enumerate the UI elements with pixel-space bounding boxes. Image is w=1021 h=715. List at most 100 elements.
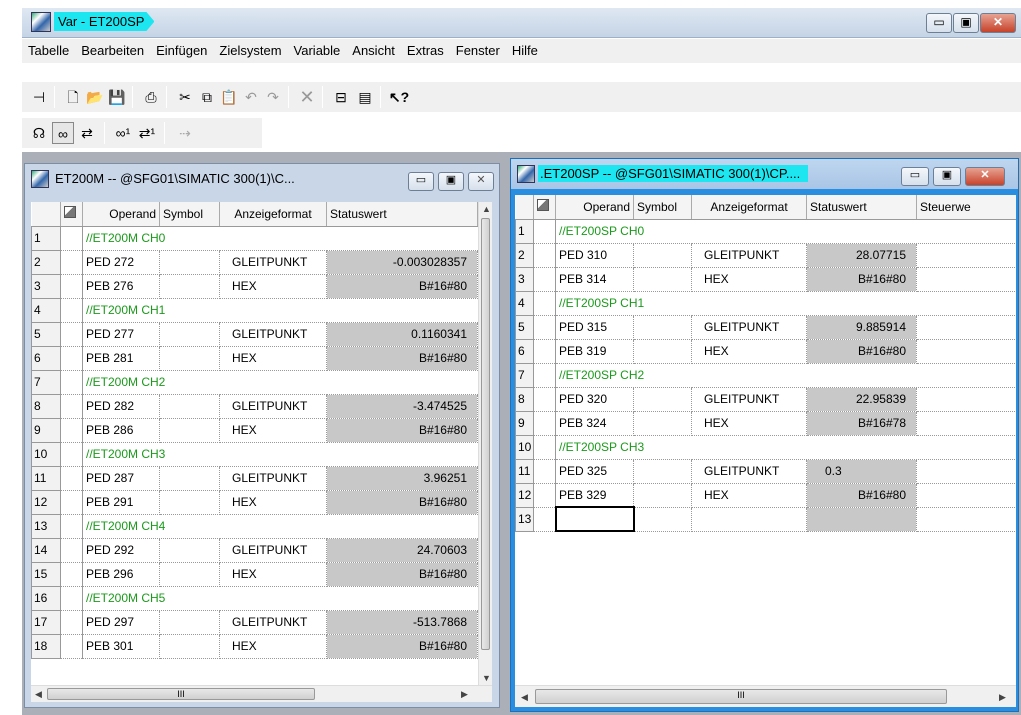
row-selector-cell[interactable] bbox=[60, 250, 83, 275]
delete-icon[interactable]: ✕ bbox=[296, 86, 318, 108]
row-number[interactable]: 10 bbox=[31, 441, 61, 467]
scroll-left-arrow[interactable]: ◀ bbox=[35, 689, 42, 700]
row-number[interactable]: 1 bbox=[515, 218, 534, 244]
row-selector-cell[interactable] bbox=[60, 538, 83, 563]
row-number[interactable]: 8 bbox=[515, 386, 534, 412]
table-row[interactable]: 9 PEB 286 HEX B#16#80 bbox=[31, 417, 478, 443]
monitor-glasses-icon[interactable]: ∞ bbox=[52, 122, 74, 144]
left-vscroll-thumb[interactable] bbox=[481, 218, 490, 650]
new-icon[interactable]: 🗋 bbox=[62, 86, 84, 108]
format-cell[interactable]: GLEITPUNKT bbox=[219, 538, 327, 563]
format-cell[interactable]: GLEITPUNKT bbox=[691, 315, 807, 340]
comment-cell[interactable]: //ET200SP CH2 bbox=[555, 363, 1016, 388]
left-horizontal-scrollbar[interactable]: ◀ III ▶ bbox=[31, 685, 492, 702]
row-selector-cell[interactable] bbox=[533, 243, 556, 268]
row-number[interactable]: 13 bbox=[515, 506, 534, 532]
control-value-cell[interactable] bbox=[916, 243, 1016, 268]
column-header-operand[interactable]: Operand bbox=[82, 202, 160, 227]
operand-cell[interactable]: PEB 291 bbox=[82, 490, 160, 515]
table-row[interactable]: 2 PED 310 GLEITPUNKT 28.07715 bbox=[515, 242, 1016, 268]
close-button[interactable]: ✕ bbox=[980, 13, 1016, 33]
menu-variable[interactable]: Variable bbox=[288, 39, 347, 63]
symbol-cell[interactable] bbox=[633, 243, 692, 268]
control-value-cell[interactable] bbox=[916, 507, 1016, 532]
symbol-cell[interactable] bbox=[159, 562, 220, 587]
symbol-cell[interactable] bbox=[633, 387, 692, 412]
row-selector-cell[interactable] bbox=[60, 586, 83, 611]
row-selector-cell[interactable] bbox=[533, 291, 556, 316]
format-cell[interactable]: HEX bbox=[219, 274, 327, 299]
table-row[interactable]: 8 PED 282 GLEITPUNKT -3.474525 bbox=[31, 393, 478, 419]
row-number[interactable]: 17 bbox=[31, 609, 61, 635]
save-icon[interactable]: 💾 bbox=[106, 86, 128, 108]
row-selector-cell[interactable] bbox=[60, 634, 83, 659]
format-cell[interactable]: GLEITPUNKT bbox=[219, 466, 327, 491]
left-maximize-button[interactable]: ▣ bbox=[438, 172, 464, 191]
operand-cell[interactable]: PEB 324 bbox=[555, 411, 634, 436]
control-value-cell[interactable] bbox=[916, 387, 1016, 412]
operand-cell[interactable]: PED 277 bbox=[82, 322, 160, 347]
pin-icon[interactable]: ⊣ bbox=[28, 86, 50, 108]
menu-zielsystem[interactable]: Zielsystem bbox=[213, 39, 287, 63]
row-selector-cell[interactable] bbox=[60, 322, 83, 347]
row-number[interactable]: 11 bbox=[31, 465, 61, 491]
row-number[interactable]: 4 bbox=[515, 290, 534, 316]
table-row[interactable]: 3 PEB 314 HEX B#16#80 bbox=[515, 266, 1016, 292]
row-number[interactable]: 9 bbox=[515, 410, 534, 436]
row-number[interactable]: 15 bbox=[31, 561, 61, 587]
format-cell[interactable]: GLEITPUNKT bbox=[219, 610, 327, 635]
comment-cell[interactable]: //ET200M CH3 bbox=[82, 442, 478, 467]
format-cell[interactable]: HEX bbox=[219, 634, 327, 659]
table-row[interactable]: 7 //ET200SP CH2 bbox=[515, 362, 1016, 388]
row-selector-cell[interactable] bbox=[60, 418, 83, 443]
format-cell[interactable]: HEX bbox=[219, 418, 327, 443]
symbol-cell[interactable] bbox=[159, 634, 220, 659]
menu-extras[interactable]: Extras bbox=[401, 39, 450, 63]
monitor-icon[interactable]: ☊ bbox=[28, 122, 50, 144]
right-window-icon[interactable] bbox=[517, 165, 535, 183]
row-number[interactable]: 7 bbox=[515, 362, 534, 388]
comment-cell[interactable]: //ET200SP CH3 bbox=[555, 435, 1016, 460]
table-row[interactable]: 15 PEB 296 HEX B#16#80 bbox=[31, 561, 478, 587]
monitor-once-icon[interactable]: ∞¹ bbox=[112, 122, 134, 144]
paste-icon[interactable]: 📋 bbox=[218, 86, 240, 108]
force-icon[interactable]: ⇢ bbox=[174, 122, 196, 144]
symbol-cell[interactable] bbox=[159, 418, 220, 443]
table-row[interactable]: 9 PEB 324 HEX B#16#78 bbox=[515, 410, 1016, 436]
symbol-cell[interactable] bbox=[159, 394, 220, 419]
row-selector-cell[interactable] bbox=[60, 466, 83, 491]
left-vertical-scrollbar[interactable]: ▲ ▼ bbox=[478, 202, 492, 685]
right-maximize-button[interactable]: ▣ bbox=[933, 167, 961, 186]
table-row[interactable]: 12 PEB 329 HEX B#16#80 bbox=[515, 482, 1016, 508]
row-selector-cell[interactable] bbox=[533, 459, 556, 484]
operand-cell[interactable]: PED 320 bbox=[555, 387, 634, 412]
format-cell[interactable]: HEX bbox=[691, 339, 807, 364]
row-selector-cell[interactable] bbox=[533, 507, 556, 532]
module-info-icon[interactable]: ▤ bbox=[354, 86, 376, 108]
table-row[interactable]: 1 //ET200SP CH0 bbox=[515, 218, 1016, 244]
operand-cell[interactable]: PEB 286 bbox=[82, 418, 160, 443]
undo-icon[interactable]: ↶ bbox=[240, 86, 262, 108]
table-row[interactable]: 13 //ET200M CH4 bbox=[31, 513, 478, 539]
symbol-cell[interactable] bbox=[159, 466, 220, 491]
operand-cell[interactable]: PED 282 bbox=[82, 394, 160, 419]
operand-cell[interactable]: PED 292 bbox=[82, 538, 160, 563]
operand-cell[interactable] bbox=[554, 506, 635, 532]
row-selector-cell[interactable] bbox=[60, 370, 83, 395]
help-icon[interactable]: ↖? bbox=[388, 86, 410, 108]
operand-cell[interactable]: PEB 319 bbox=[555, 339, 634, 364]
row-selector-cell[interactable] bbox=[533, 435, 556, 460]
comment-cell[interactable]: //ET200M CH1 bbox=[82, 298, 478, 323]
scroll-right-arrow[interactable]: ▶ bbox=[999, 692, 1006, 703]
symbol-cell[interactable] bbox=[159, 250, 220, 275]
operand-cell[interactable]: PED 315 bbox=[555, 315, 634, 340]
row-number[interactable]: 4 bbox=[31, 297, 61, 323]
left-hscroll-thumb[interactable]: III bbox=[47, 688, 315, 700]
row-number[interactable]: 6 bbox=[31, 345, 61, 371]
table-row[interactable]: 2 PED 272 GLEITPUNKT -0.003028357 bbox=[31, 249, 478, 275]
comment-cell[interactable]: //ET200SP CH0 bbox=[555, 219, 1016, 244]
symbol-cell[interactable] bbox=[633, 411, 692, 436]
row-number[interactable]: 7 bbox=[31, 369, 61, 395]
table-row[interactable]: 13 bbox=[515, 506, 1016, 532]
operand-cell[interactable]: PEB 296 bbox=[82, 562, 160, 587]
